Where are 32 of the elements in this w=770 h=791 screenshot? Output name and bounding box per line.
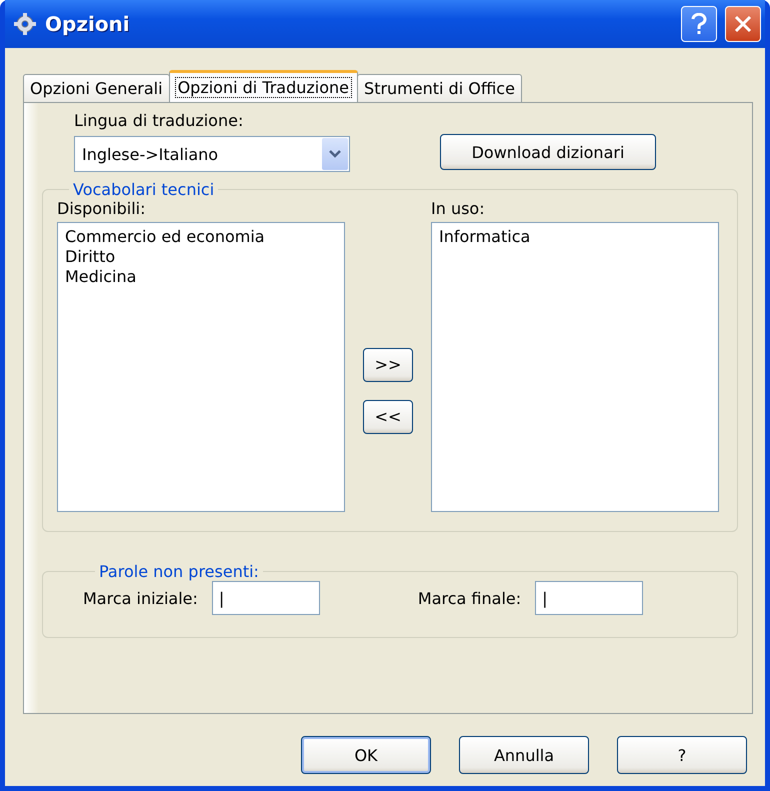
available-list[interactable]: Commercio ed economia Diritto Medicina bbox=[57, 222, 345, 512]
dialog-button[interactable]: ? bbox=[617, 736, 747, 774]
download-button[interactable]: Download dizionari bbox=[440, 134, 656, 170]
tab[interactable]: Opzioni Generali bbox=[23, 74, 170, 102]
input-field[interactable]: | bbox=[535, 581, 644, 615]
tab[interactable]: Strumenti di Office bbox=[357, 74, 522, 102]
group-title: Parole non presenti: bbox=[98, 562, 260, 581]
remove-button[interactable]: << bbox=[363, 400, 413, 434]
field-label: Marca iniziale: bbox=[83, 588, 198, 608]
list-item[interactable]: Commercio ed economia bbox=[65, 227, 337, 246]
dialog-button[interactable]: OK bbox=[301, 736, 431, 774]
list-item[interactable]: Medicina bbox=[65, 267, 337, 286]
gear-icon bbox=[13, 12, 37, 36]
tab[interactable]: Opzioni di Traduzione bbox=[168, 70, 358, 102]
close-icon bbox=[734, 15, 752, 33]
in-use-list[interactable]: Informatica bbox=[431, 222, 719, 512]
window-title: Opzioni bbox=[45, 12, 131, 36]
chevron-down-icon bbox=[329, 150, 341, 158]
question-icon bbox=[691, 13, 707, 35]
list-item[interactable]: Informatica bbox=[439, 227, 711, 246]
list-label: In uso: bbox=[431, 199, 486, 218]
help-button[interactable] bbox=[681, 6, 717, 42]
add-button[interactable]: >> bbox=[363, 348, 413, 382]
list-item[interactable]: Diritto bbox=[65, 247, 337, 266]
dialog-button[interactable]: Annulla bbox=[459, 736, 589, 774]
input-field[interactable]: | bbox=[212, 581, 320, 615]
close-button[interactable] bbox=[725, 6, 761, 42]
language-label: Lingua di traduzione: bbox=[74, 111, 244, 130]
field-label: Marca finale: bbox=[418, 588, 522, 608]
list-label: Disponibili: bbox=[57, 199, 147, 218]
language-dropdown[interactable]: Inglese->Italiano bbox=[74, 136, 350, 172]
group-title: Vocabolari tecnici bbox=[72, 180, 216, 199]
